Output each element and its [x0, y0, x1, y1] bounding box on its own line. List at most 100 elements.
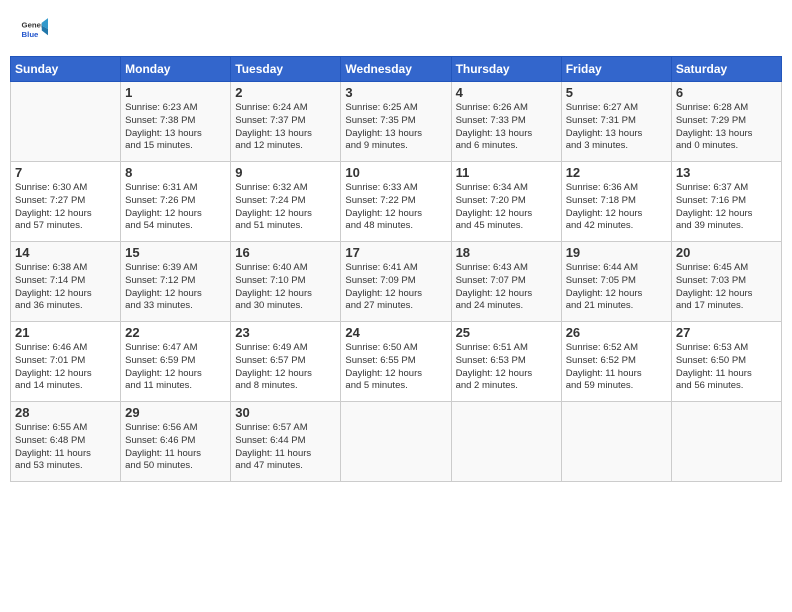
calendar-cell: 22 Sunrise: 6:47 AMSunset: 6:59 PMDayligh…: [121, 322, 231, 402]
day-number: 17: [345, 245, 446, 260]
day-info: Sunrise: 6:31 AMSunset: 7:26 PMDaylight:…: [125, 182, 226, 233]
day-number: 20: [676, 245, 777, 260]
day-info: Sunrise: 6:46 AMSunset: 7:01 PMDaylight:…: [15, 342, 116, 393]
page-header: General Blue: [10, 10, 782, 48]
day-header-tuesday: Tuesday: [231, 57, 341, 82]
day-info: Sunrise: 6:51 AMSunset: 6:53 PMDaylight:…: [456, 342, 557, 393]
calendar-cell: 3 Sunrise: 6:25 AMSunset: 7:35 PMDaylight…: [341, 82, 451, 162]
day-number: 29: [125, 405, 226, 420]
day-info: Sunrise: 6:55 AMSunset: 6:48 PMDaylight:…: [15, 422, 116, 473]
day-number: 15: [125, 245, 226, 260]
calendar-cell: [451, 402, 561, 482]
calendar-cell: 9Sunrise: 6:32 AMSunset: 7:24 PMDaylight…: [231, 162, 341, 242]
day-number: 11: [456, 165, 557, 180]
calendar-cell: 17 Sunrise: 6:41 AMSunset: 7:09 PMDayligh…: [341, 242, 451, 322]
calendar-cell: 16 Sunrise: 6:40 AMSunset: 7:10 PMDayligh…: [231, 242, 341, 322]
calendar-cell: 6 Sunrise: 6:28 AMSunset: 7:29 PMDaylight…: [671, 82, 781, 162]
calendar-table: SundayMondayTuesdayWednesdayThursdayFrid…: [10, 56, 782, 482]
day-info: Sunrise: 6:25 AMSunset: 7:35 PMDaylight:…: [345, 102, 446, 153]
day-number: 2: [235, 85, 336, 100]
day-number: 7: [15, 165, 116, 180]
svg-text:Blue: Blue: [22, 30, 40, 39]
day-info: Sunrise: 6:57 AMSunset: 6:44 PMDaylight:…: [235, 422, 336, 473]
day-number: 25: [456, 325, 557, 340]
day-number: 30: [235, 405, 336, 420]
day-header-friday: Friday: [561, 57, 671, 82]
calendar-cell: 30 Sunrise: 6:57 AMSunset: 6:44 PMDayligh…: [231, 402, 341, 482]
day-info: Sunrise: 6:40 AMSunset: 7:10 PMDaylight:…: [235, 262, 336, 313]
calendar-cell: 1 Sunrise: 6:23 AMSunset: 7:38 PMDaylight…: [121, 82, 231, 162]
day-number: 27: [676, 325, 777, 340]
logo-icon: General Blue: [20, 15, 48, 43]
day-info: Sunrise: 6:52 AMSunset: 6:52 PMDaylight:…: [566, 342, 667, 393]
day-info: Sunrise: 6:47 AMSunset: 6:59 PMDaylight:…: [125, 342, 226, 393]
calendar-cell: 12 Sunrise: 6:36 AMSunset: 7:18 PMDayligh…: [561, 162, 671, 242]
day-number: 3: [345, 85, 446, 100]
calendar-week-3: 14 Sunrise: 6:38 AMSunset: 7:14 PMDayligh…: [11, 242, 782, 322]
calendar-cell: [671, 402, 781, 482]
calendar-cell: 4Sunrise: 6:26 AMSunset: 7:33 PMDaylight…: [451, 82, 561, 162]
day-info: Sunrise: 6:39 AMSunset: 7:12 PMDaylight:…: [125, 262, 226, 313]
day-info: Sunrise: 6:30 AMSunset: 7:27 PMDaylight:…: [15, 182, 116, 233]
logo: General Blue: [20, 15, 50, 43]
day-info: Sunrise: 6:45 AMSunset: 7:03 PMDaylight:…: [676, 262, 777, 313]
day-number: 5: [566, 85, 667, 100]
calendar-cell: 27 Sunrise: 6:53 AMSunset: 6:50 PMDayligh…: [671, 322, 781, 402]
day-number: 21: [15, 325, 116, 340]
day-number: 14: [15, 245, 116, 260]
day-header-sunday: Sunday: [11, 57, 121, 82]
calendar-cell: 19Sunrise: 6:44 AMSunset: 7:05 PMDayligh…: [561, 242, 671, 322]
day-number: 24: [345, 325, 446, 340]
day-number: 1: [125, 85, 226, 100]
day-number: 10: [345, 165, 446, 180]
calendar-cell: 14 Sunrise: 6:38 AMSunset: 7:14 PMDayligh…: [11, 242, 121, 322]
calendar-week-5: 28Sunrise: 6:55 AMSunset: 6:48 PMDayligh…: [11, 402, 782, 482]
calendar-week-4: 21 Sunrise: 6:46 AMSunset: 7:01 PMDayligh…: [11, 322, 782, 402]
day-header-saturday: Saturday: [671, 57, 781, 82]
calendar-cell: 21 Sunrise: 6:46 AMSunset: 7:01 PMDayligh…: [11, 322, 121, 402]
calendar-cell: 25 Sunrise: 6:51 AMSunset: 6:53 PMDayligh…: [451, 322, 561, 402]
calendar-cell: 29 Sunrise: 6:56 AMSunset: 6:46 PMDayligh…: [121, 402, 231, 482]
day-info: Sunrise: 6:37 AMSunset: 7:16 PMDaylight:…: [676, 182, 777, 233]
day-info: Sunrise: 6:23 AMSunset: 7:38 PMDaylight:…: [125, 102, 226, 153]
day-number: 22: [125, 325, 226, 340]
day-number: 6: [676, 85, 777, 100]
day-number: 23: [235, 325, 336, 340]
calendar-week-2: 7 Sunrise: 6:30 AMSunset: 7:27 PMDaylight…: [11, 162, 782, 242]
day-number: 4: [456, 85, 557, 100]
day-number: 26: [566, 325, 667, 340]
calendar-cell: 10Sunrise: 6:33 AMSunset: 7:22 PMDayligh…: [341, 162, 451, 242]
calendar-cell: 20 Sunrise: 6:45 AMSunset: 7:03 PMDayligh…: [671, 242, 781, 322]
calendar-cell: [341, 402, 451, 482]
calendar-cell: 8Sunrise: 6:31 AMSunset: 7:26 PMDaylight…: [121, 162, 231, 242]
day-number: 13: [676, 165, 777, 180]
calendar-cell: 24 Sunrise: 6:50 AMSunset: 6:55 PMDayligh…: [341, 322, 451, 402]
calendar-cell: 5Sunrise: 6:27 AMSunset: 7:31 PMDaylight…: [561, 82, 671, 162]
day-info: Sunrise: 6:43 AMSunset: 7:07 PMDaylight:…: [456, 262, 557, 313]
day-info: Sunrise: 6:24 AMSunset: 7:37 PMDaylight:…: [235, 102, 336, 153]
calendar-cell: 13 Sunrise: 6:37 AMSunset: 7:16 PMDayligh…: [671, 162, 781, 242]
day-info: Sunrise: 6:53 AMSunset: 6:50 PMDaylight:…: [676, 342, 777, 393]
day-info: Sunrise: 6:34 AMSunset: 7:20 PMDaylight:…: [456, 182, 557, 233]
calendar-cell: 7 Sunrise: 6:30 AMSunset: 7:27 PMDaylight…: [11, 162, 121, 242]
day-info: Sunrise: 6:41 AMSunset: 7:09 PMDaylight:…: [345, 262, 446, 313]
calendar-cell: [561, 402, 671, 482]
calendar-cell: 26 Sunrise: 6:52 AMSunset: 6:52 PMDayligh…: [561, 322, 671, 402]
day-number: 16: [235, 245, 336, 260]
day-info: Sunrise: 6:38 AMSunset: 7:14 PMDaylight:…: [15, 262, 116, 313]
day-header-monday: Monday: [121, 57, 231, 82]
day-number: 12: [566, 165, 667, 180]
day-header-wednesday: Wednesday: [341, 57, 451, 82]
day-info: Sunrise: 6:28 AMSunset: 7:29 PMDaylight:…: [676, 102, 777, 153]
calendar-cell: 2 Sunrise: 6:24 AMSunset: 7:37 PMDaylight…: [231, 82, 341, 162]
day-info: Sunrise: 6:32 AMSunset: 7:24 PMDaylight:…: [235, 182, 336, 233]
day-number: 18: [456, 245, 557, 260]
day-header-thursday: Thursday: [451, 57, 561, 82]
calendar-cell: 28Sunrise: 6:55 AMSunset: 6:48 PMDayligh…: [11, 402, 121, 482]
calendar-header-row: SundayMondayTuesdayWednesdayThursdayFrid…: [11, 57, 782, 82]
day-info: Sunrise: 6:56 AMSunset: 6:46 PMDaylight:…: [125, 422, 226, 473]
calendar-cell: 15 Sunrise: 6:39 AMSunset: 7:12 PMDayligh…: [121, 242, 231, 322]
day-number: 19: [566, 245, 667, 260]
day-info: Sunrise: 6:36 AMSunset: 7:18 PMDaylight:…: [566, 182, 667, 233]
day-info: Sunrise: 6:50 AMSunset: 6:55 PMDaylight:…: [345, 342, 446, 393]
